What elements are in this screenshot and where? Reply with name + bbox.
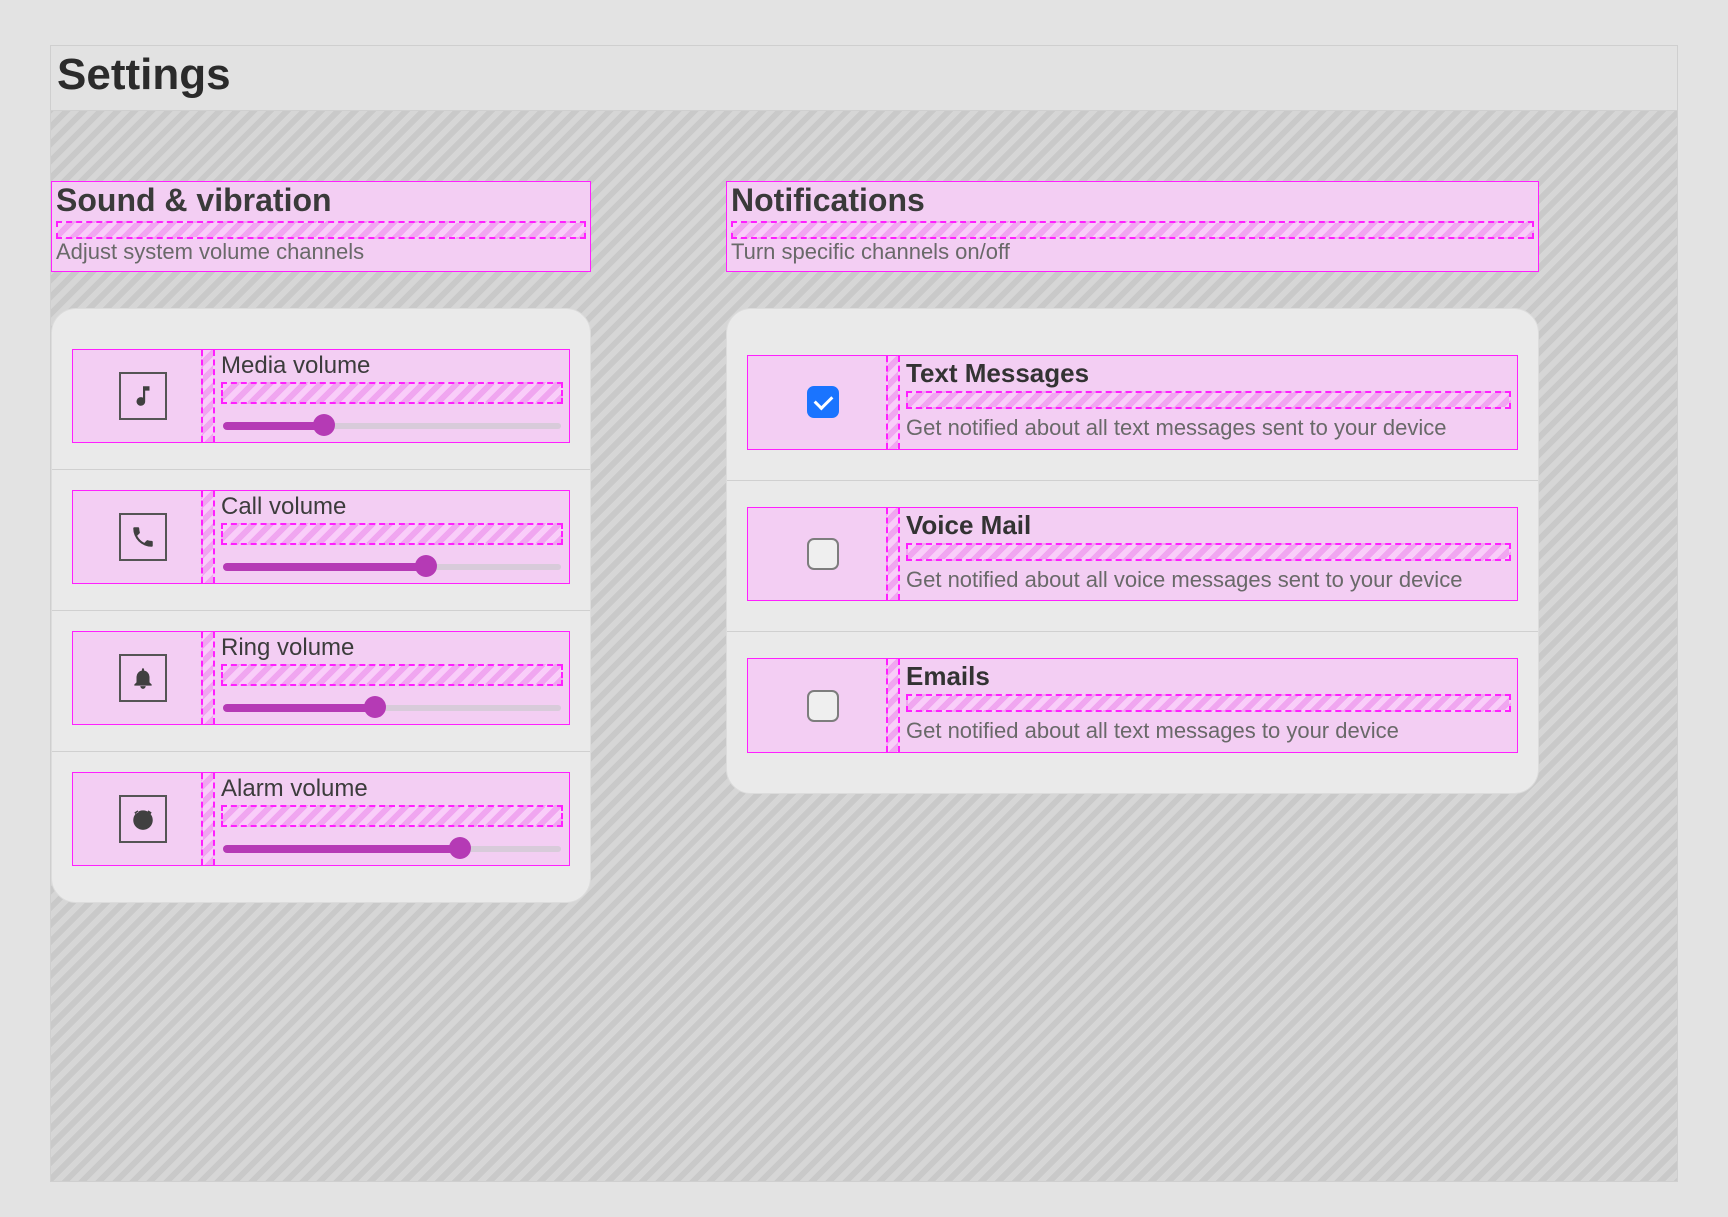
volume-label: Media volume [221, 352, 563, 380]
volume-row-call: Call volume [52, 469, 590, 610]
voice-mail-checkbox[interactable] [807, 538, 839, 570]
notification-row-text-messages: Text Messages Get notified about all tex… [727, 329, 1538, 480]
emails-checkbox[interactable] [807, 690, 839, 722]
layout-slot-indicator [56, 221, 586, 239]
layout-slot-indicator [731, 221, 1534, 239]
notification-desc: Get notified about all text messages sen… [906, 413, 1511, 443]
sound-panel: Media volume [51, 308, 591, 903]
settings-page: Settings Sound & vibration Adjust system… [50, 45, 1678, 1182]
phone-icon [119, 513, 167, 561]
notifications-section: Notifications Turn specific channels on/… [591, 181, 1539, 903]
notification-desc: Get notified about all text messages to … [906, 716, 1511, 746]
volume-label: Alarm volume [221, 775, 563, 803]
layout-slot-indicator [906, 391, 1511, 409]
layout-slot-indicator [906, 543, 1511, 561]
layout-slot-indicator [221, 664, 563, 686]
notification-row-voice-mail: Voice Mail Get notified about all voice … [727, 480, 1538, 632]
notification-title: Emails [906, 661, 1511, 692]
layout-slot-indicator [221, 382, 563, 404]
notifications-desc: Turn specific channels on/off [731, 239, 1534, 265]
media-volume-slider[interactable] [223, 414, 561, 436]
layout-slot-indicator [221, 523, 563, 545]
sound-title: Sound & vibration [56, 182, 586, 219]
page-title: Settings [51, 46, 1677, 111]
sound-desc: Adjust system volume channels [56, 239, 586, 265]
bell-icon [119, 654, 167, 702]
notifications-panel: Text Messages Get notified about all tex… [726, 308, 1539, 794]
call-volume-slider[interactable] [223, 555, 561, 577]
notifications-title: Notifications [731, 182, 1534, 219]
layout-slot-indicator [906, 694, 1511, 712]
volume-row-ring: Ring volume [52, 610, 590, 751]
volume-row-media: Media volume [52, 329, 590, 469]
notification-row-emails: Emails Get notified about all text messa… [727, 631, 1538, 783]
sound-section-header: Sound & vibration Adjust system volume c… [51, 181, 591, 272]
layout-slot-indicator [221, 805, 563, 827]
text-messages-checkbox[interactable] [807, 386, 839, 418]
sound-section: Sound & vibration Adjust system volume c… [51, 181, 591, 903]
volume-label: Call volume [221, 493, 563, 521]
volume-row-alarm: Alarm volume [52, 751, 590, 892]
alarm-icon [119, 795, 167, 843]
notifications-section-header: Notifications Turn specific channels on/… [726, 181, 1539, 272]
notification-title: Voice Mail [906, 510, 1511, 541]
notification-title: Text Messages [906, 358, 1511, 389]
volume-label: Ring volume [221, 634, 563, 662]
notification-desc: Get notified about all voice messages se… [906, 565, 1511, 595]
ring-volume-slider[interactable] [223, 696, 561, 718]
alarm-volume-slider[interactable] [223, 837, 561, 859]
music-note-icon [119, 372, 167, 420]
